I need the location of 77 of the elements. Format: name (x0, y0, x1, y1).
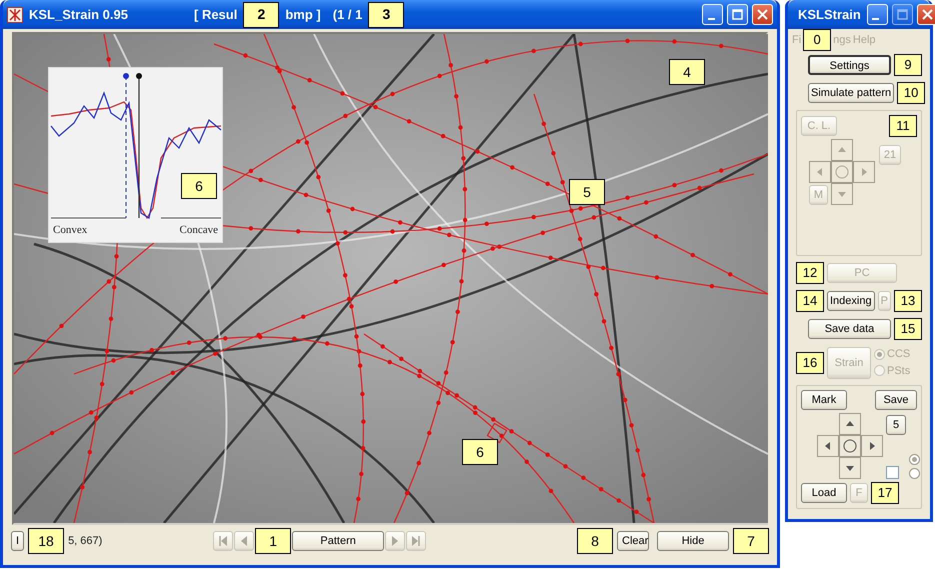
radio-label: CCS (887, 347, 910, 362)
down-arrow-icon (837, 189, 847, 199)
info-button[interactable]: I (11, 531, 24, 551)
window-title: KSLStrain (798, 6, 861, 24)
annotation-number: 3 (368, 2, 404, 28)
axis-label: Convex (53, 223, 88, 238)
annotation-number: 17 (871, 482, 899, 504)
hide-button[interactable]: Hide (657, 531, 729, 551)
mark-button[interactable]: Mark (801, 390, 847, 410)
circle-icon (843, 439, 857, 453)
annotation-number: 14 (796, 290, 824, 312)
file-label: bmp ] (285, 6, 321, 24)
annotation-number: 13 (894, 290, 922, 312)
right-arrow-icon (859, 167, 869, 177)
annotation-number: 16 (796, 352, 824, 374)
annotation-number: 8 (577, 528, 613, 554)
annotation-number: 1 (255, 528, 292, 554)
annotation-number: 6 (181, 173, 217, 199)
close-button[interactable] (916, 4, 935, 25)
radio-button[interactable] (909, 454, 920, 465)
up-button[interactable] (839, 413, 861, 435)
annotation-number: 12 (796, 262, 824, 284)
simulate-pattern-button[interactable]: Simulate pattern (808, 83, 894, 103)
window-title: KSL_Strain 0.95 (29, 6, 128, 24)
up-arrow-icon (837, 145, 847, 155)
clear-button[interactable]: Clear (617, 531, 649, 551)
minimize-button[interactable] (702, 4, 723, 25)
minimize-icon (872, 18, 880, 20)
annotation-number: 5 (569, 179, 605, 205)
file-label: (1 / 1 (332, 6, 362, 24)
annotation-number: 7 (733, 528, 769, 554)
center-button[interactable] (839, 435, 861, 457)
pattern-button[interactable]: Pattern (292, 531, 384, 551)
right-button[interactable] (861, 435, 883, 457)
annotation-number: 6 (462, 439, 498, 465)
checkbox[interactable] (886, 466, 899, 479)
skip-left-arrow-icon (218, 535, 228, 547)
file-label: [ Resul (194, 6, 238, 24)
save-button[interactable]: Save (875, 390, 917, 410)
left-arrow-icon (823, 441, 833, 451)
axis-label: Concave (180, 223, 218, 238)
left-arrow-icon (815, 167, 825, 177)
right-arrow-icon (867, 441, 877, 451)
annotation-number: 10 (897, 82, 926, 104)
annotation-number: 4 (669, 59, 705, 85)
annotation-number: 18 (28, 528, 64, 554)
settings-button[interactable]: Settings (808, 55, 891, 75)
annotation-number: 2 (243, 2, 280, 28)
circle-icon (835, 165, 849, 179)
radio-button[interactable] (909, 468, 920, 479)
save-data-button[interactable]: Save data (808, 319, 891, 339)
annotation-number: 11 (889, 115, 917, 137)
annotation-number: 9 (894, 54, 922, 76)
close-icon (757, 9, 768, 20)
maximize-icon (896, 9, 908, 20)
radio-label: PSts (887, 364, 910, 378)
left-button[interactable] (817, 435, 839, 457)
close-button[interactable] (752, 4, 773, 25)
annotation-number: 15 (894, 318, 922, 340)
annotation-number: 0 (803, 29, 832, 51)
left-arrow-icon (239, 535, 250, 547)
skip-right-arrow-icon (411, 535, 422, 547)
minimize-icon (708, 18, 714, 20)
coordinates-text: 5, 667) (68, 534, 102, 549)
down-arrow-icon (845, 463, 855, 473)
maximize-button[interactable] (892, 4, 913, 25)
up-arrow-icon (845, 419, 855, 429)
maximize-icon (732, 9, 743, 20)
minimize-button[interactable] (866, 4, 888, 25)
step-button[interactable]: 5 (886, 415, 906, 435)
down-button[interactable] (839, 457, 861, 479)
right-arrow-icon (390, 535, 400, 547)
app-icon (7, 6, 23, 22)
indexing-button[interactable]: Indexing (827, 291, 875, 311)
close-icon (922, 9, 933, 20)
maximize-button[interactable] (727, 4, 748, 25)
load-button[interactable]: Load (801, 483, 847, 503)
